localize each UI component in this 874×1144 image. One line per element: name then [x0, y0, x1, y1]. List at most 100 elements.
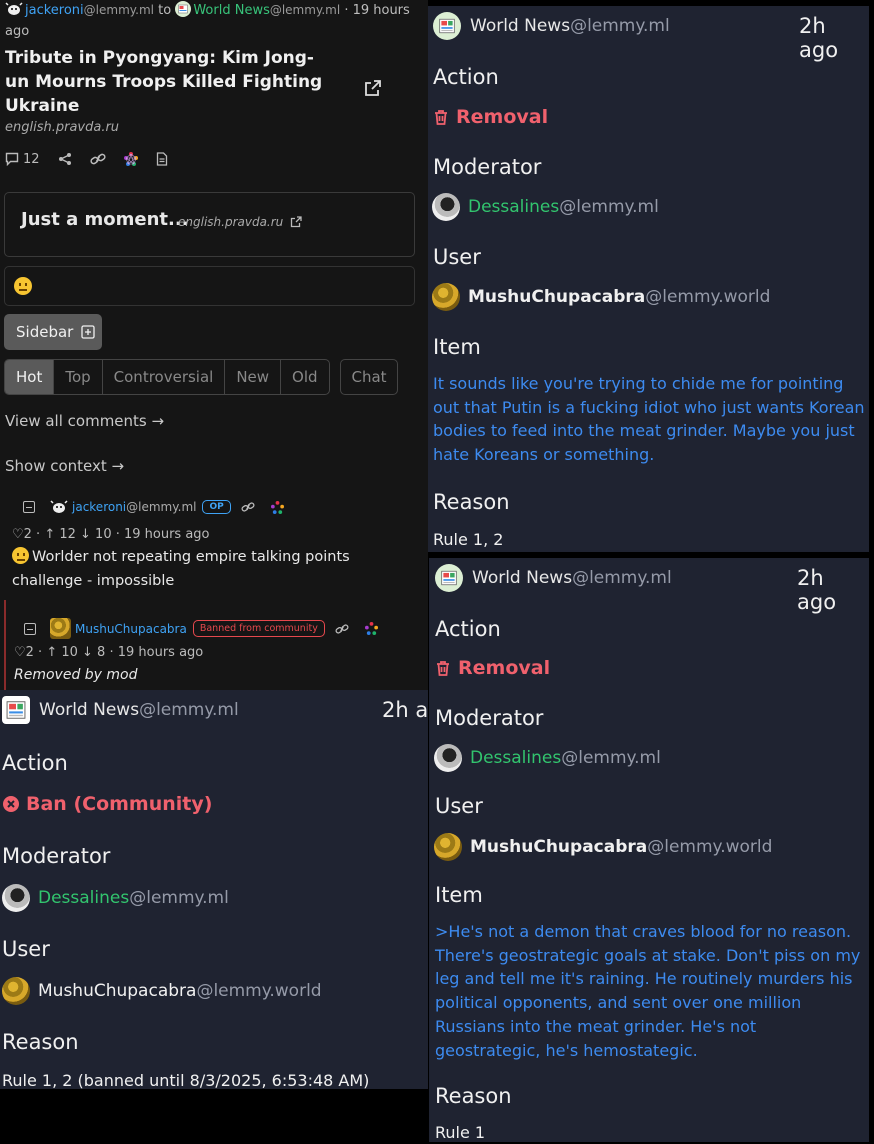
comment-header: jackeroni @lemmy.ml OP — [23, 500, 284, 514]
share-icon[interactable] — [58, 152, 72, 166]
user-instance: @lemmy.world — [647, 837, 773, 857]
plus-square-icon — [81, 325, 95, 339]
moderator-instance: @lemmy.ml — [129, 888, 229, 908]
reason-value: Rule 1 — [435, 1123, 486, 1142]
link-icon[interactable] — [335, 623, 349, 635]
moderator-avatar — [432, 193, 460, 221]
user-label: User — [2, 937, 50, 961]
link-icon[interactable] — [89, 152, 106, 166]
community-name: World News — [472, 568, 573, 588]
modlog-entry: World News@lemmy.ml 2h ago Action Ban (C… — [0, 690, 428, 1089]
collapse-icon[interactable] — [23, 501, 35, 513]
embed-domain-text: english.pravda.ru — [178, 215, 284, 229]
world-news-icon — [175, 1, 192, 17]
modlog-time: 2h ago — [382, 698, 428, 722]
comment-author-link[interactable]: jackeroni — [72, 500, 126, 514]
rolling-eyes-face-icon — [12, 547, 29, 564]
document-icon[interactable] — [156, 152, 168, 166]
comment-sort-group: Hot Top Controversial New Old — [4, 359, 330, 395]
collapse-icon[interactable] — [24, 622, 36, 635]
moderator-name: Dessalines — [38, 888, 130, 908]
item-link[interactable]: >He's not a demon that craves blood for … — [435, 920, 865, 1062]
user-link[interactable]: MushuChupacabra @lemmy.world — [2, 977, 322, 1005]
external-link-icon[interactable] — [363, 78, 383, 98]
comments-button[interactable]: 12 — [5, 152, 40, 167]
moderator-label: Moderator — [433, 155, 542, 179]
lemmy-avatar-icon — [50, 500, 68, 513]
post-author-link[interactable]: jackeroni — [25, 3, 84, 18]
comment-author-link[interactable]: MushuChupacabra — [75, 622, 187, 636]
moderator-link[interactable]: Dessalines @lemmy.ml — [432, 193, 659, 221]
sidebar-button[interactable]: Sidebar — [4, 314, 102, 350]
show-context-link[interactable]: Show context → — [5, 457, 124, 475]
modlog-entry: World News @lemmy.ml 2h ago Action Remova… — [428, 6, 869, 552]
post-panel: jackeroni@lemmy.ml to World News@lemmy.m… — [0, 0, 428, 690]
moderator-label: Moderator — [2, 844, 111, 868]
community-instance: @lemmy.ml — [572, 568, 672, 588]
sort-new[interactable]: New — [225, 360, 282, 394]
modlog-community[interactable]: World News @lemmy.ml — [2, 696, 239, 724]
action-label: Action — [433, 65, 499, 89]
post-title[interactable]: Tribute in Pyongyang: Kim Jong-un Mourns… — [5, 46, 325, 118]
embed-domain[interactable]: english.pravda.ru — [178, 215, 303, 229]
lemmy-avatar-icon — [5, 2, 23, 15]
comment-count: 12 — [23, 151, 40, 167]
thread-indent-line — [4, 600, 6, 690]
user-name: MushuChupacabra — [38, 981, 197, 1001]
world-news-icon — [433, 12, 461, 40]
user-link[interactable]: MushuChupacabra @lemmy.world — [434, 833, 772, 861]
sort-controversial[interactable]: Controversial — [103, 360, 226, 394]
fediverse-icon[interactable] — [364, 622, 378, 635]
post-author-instance: @lemmy.ml — [83, 3, 154, 17]
confused-face-icon — [14, 277, 32, 295]
modlog-community[interactable]: World News @lemmy.ml — [433, 12, 670, 40]
moderator-label: Moderator — [435, 706, 544, 730]
modlog-community[interactable]: World News @lemmy.ml — [435, 564, 672, 592]
action-value: Removal — [434, 106, 548, 128]
user-avatar — [50, 618, 71, 639]
item-link[interactable]: It sounds like you're trying to chide me… — [433, 372, 865, 467]
trash-icon — [435, 110, 447, 125]
reason-label: Reason — [2, 1030, 79, 1054]
reason-label: Reason — [433, 490, 510, 514]
moderator-link[interactable]: Dessalines @lemmy.ml — [2, 884, 229, 912]
sort-top[interactable]: Top — [54, 360, 103, 394]
user-avatar — [434, 833, 462, 861]
user-name: MushuChupacabra — [470, 837, 648, 857]
post-to-label: to — [158, 3, 172, 18]
chat-button[interactable]: Chat — [340, 359, 398, 395]
moderator-name: Dessalines — [470, 748, 562, 768]
modlog-entry: World News @lemmy.ml 2h ago Action Remova… — [429, 558, 869, 1142]
fediverse-icon[interactable] — [123, 152, 138, 166]
community-instance: @lemmy.ml — [139, 700, 239, 720]
embed-title: Just a moment... — [21, 209, 189, 230]
user-link[interactable]: MushuChupacabra @lemmy.world — [432, 283, 770, 311]
comment-stats: ♡2 · ↑ 12 ↓ 10 · 19 hours ago — [12, 527, 210, 542]
link-embed-card[interactable]: Just a moment... english.pravda.ru — [4, 192, 415, 257]
comment-body-text: Worlder not repeating empire talking poi… — [12, 549, 350, 589]
post-meta: jackeroni@lemmy.ml to World News@lemmy.m… — [5, 0, 415, 42]
moderator-name: Dessalines — [468, 197, 560, 217]
external-link-icon — [290, 216, 302, 228]
community-instance: @lemmy.ml — [570, 16, 670, 36]
world-news-icon — [2, 696, 30, 724]
moderator-avatar — [434, 744, 462, 772]
post-actions: 12 — [5, 150, 186, 168]
view-all-comments-link[interactable]: View all comments → — [5, 412, 164, 430]
action-text: Removal — [458, 657, 551, 679]
user-name: MushuChupacabra — [468, 287, 646, 307]
moderator-link[interactable]: Dessalines @lemmy.ml — [434, 744, 661, 772]
moderator-instance: @lemmy.ml — [561, 748, 661, 768]
fediverse-icon[interactable] — [270, 500, 284, 514]
post-domain[interactable]: english.pravda.ru — [5, 120, 119, 135]
action-text: Removal — [456, 106, 549, 128]
action-label: Action — [435, 617, 501, 641]
link-icon[interactable] — [241, 501, 255, 513]
sort-hot[interactable]: Hot — [5, 360, 55, 394]
comment-author-instance: @lemmy.ml — [126, 500, 197, 514]
sort-old[interactable]: Old — [281, 360, 329, 394]
post-community-link[interactable]: World News — [193, 3, 270, 18]
action-value: Removal — [436, 657, 550, 679]
trash-icon — [437, 661, 449, 676]
comment-text: Worlder not repeating empire talking poi… — [12, 545, 422, 593]
